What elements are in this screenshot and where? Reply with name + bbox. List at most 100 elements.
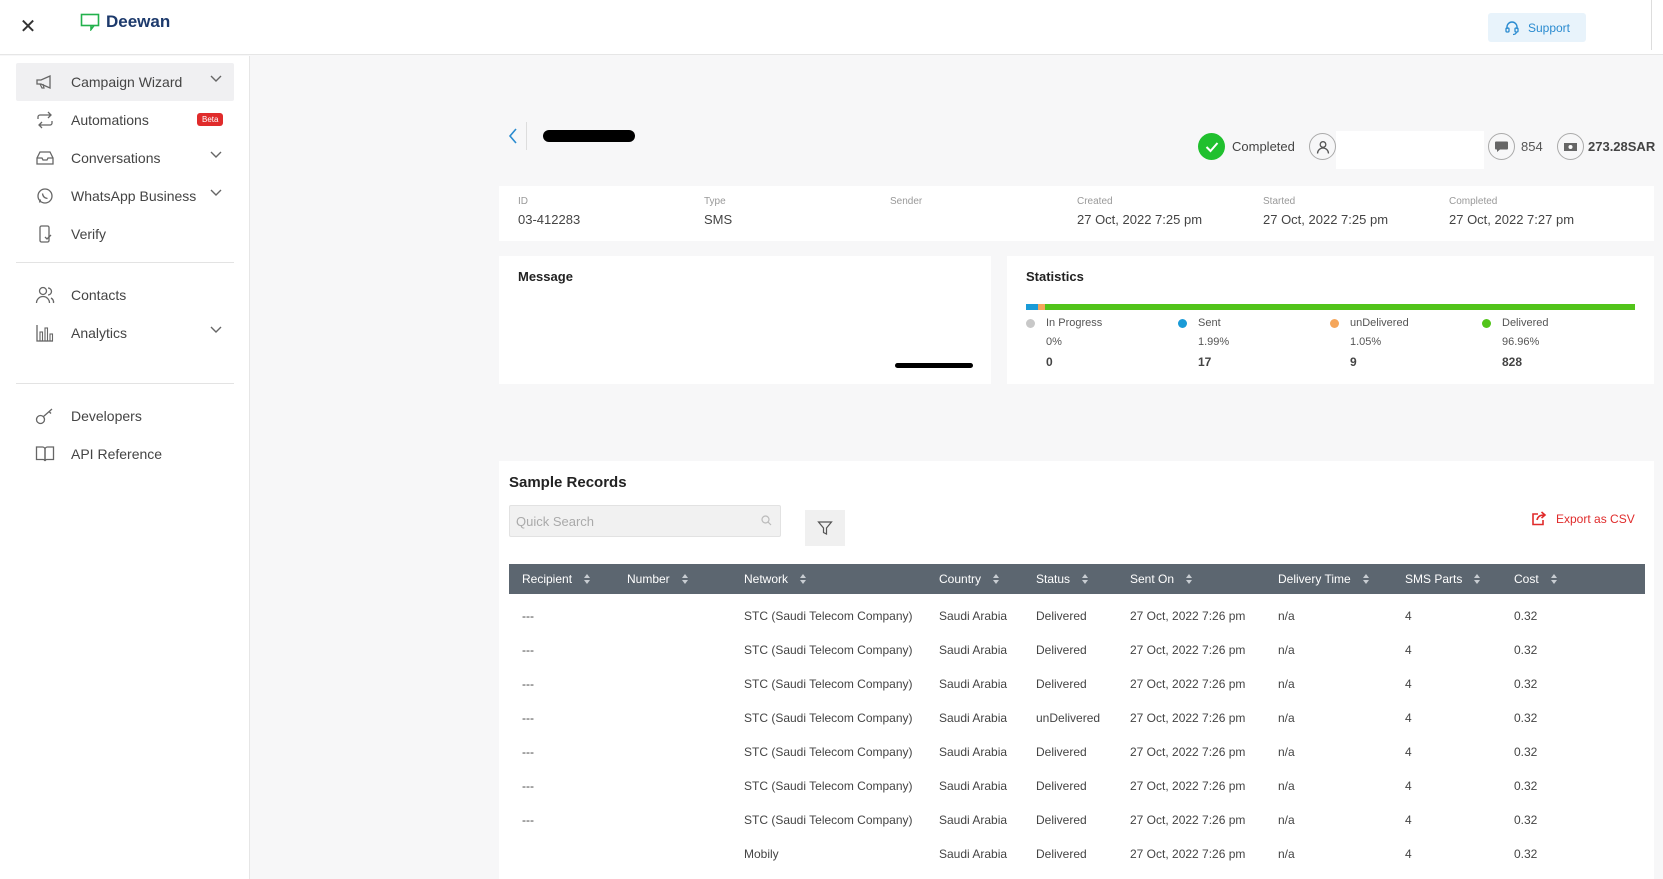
top-bar: ✕ Deewan Support [0, 0, 1663, 55]
table-cell: 27 Oct, 2022 7:26 pm [1130, 745, 1246, 759]
stat-dot [1026, 319, 1035, 328]
column-header-sent-on[interactable]: Sent On [1130, 564, 1193, 594]
info-label: Type [704, 196, 726, 207]
table-row[interactable]: --- STC (Saudi Telecom Company) Saudi Arab… [509, 632, 1645, 668]
chevron-down-icon [210, 75, 222, 82]
table-cell: Delivered [1036, 677, 1087, 691]
table-row[interactable]: --- STC (Saudi Telecom Company) Saudi Arab… [509, 666, 1645, 702]
sort-icon[interactable] [1474, 574, 1481, 584]
bar-chart-icon [34, 322, 56, 344]
sort-icon[interactable] [1362, 574, 1369, 584]
table-cell: 27 Oct, 2022 7:26 pm [1130, 609, 1246, 623]
table-cell: --- [522, 609, 534, 623]
stat-undelivered: unDelivered 1.05% 9 [1330, 317, 1409, 369]
back-arrow-icon[interactable] [506, 126, 520, 146]
table-cell: STC (Saudi Telecom Company) [744, 813, 913, 827]
sidebar-item-verify[interactable]: Verify [16, 215, 234, 253]
sort-icon[interactable] [993, 574, 1000, 584]
chevron-down-icon [210, 326, 222, 333]
sidebar-item-analytics[interactable]: Analytics [16, 314, 234, 352]
column-label: Sent On [1130, 572, 1175, 586]
table-cell: 0.32 [1514, 677, 1538, 691]
sidebar-item-automations[interactable]: Automations Beta [16, 101, 234, 139]
column-label: Cost [1514, 572, 1539, 586]
app-name: Deewan [106, 12, 171, 31]
logo[interactable]: Deewan [80, 12, 170, 32]
table-cell: n/a [1278, 609, 1295, 623]
table-cell: Delivered [1036, 779, 1087, 793]
status-badge: Completed [1198, 133, 1295, 160]
sidebar-item-whatsapp-business[interactable]: WhatsApp Business [16, 177, 234, 215]
table-cell: Delivered [1036, 609, 1087, 623]
column-label: Delivery Time [1278, 572, 1351, 586]
sort-icon[interactable] [584, 574, 591, 584]
sidebar-item-label: Verify [71, 226, 107, 242]
sidebar-item-contacts[interactable]: Contacts [16, 276, 234, 314]
sidebar-item-campaign-wizard[interactable]: Campaign Wizard [16, 63, 234, 101]
check-circle-icon [1198, 133, 1225, 160]
table-cell: 27 Oct, 2022 7:26 pm [1130, 643, 1246, 657]
table-cell: 0.32 [1514, 813, 1538, 827]
headset-icon [1505, 20, 1519, 35]
user-icon [1309, 133, 1336, 160]
campaign-cost-value: 273.28SAR [1588, 139, 1656, 154]
column-header-number[interactable]: Number [627, 564, 688, 594]
search-input[interactable] [510, 506, 780, 536]
column-header-country[interactable]: Country [939, 564, 1000, 594]
table-cell: --- [522, 677, 534, 691]
export-icon [1532, 511, 1547, 526]
table-cell: 0.32 [1514, 609, 1538, 623]
sidebar-item-developers[interactable]: Developers [16, 397, 234, 435]
export-csv-button[interactable]: Export as CSV [1531, 511, 1635, 526]
filter-button[interactable] [805, 510, 845, 546]
sidebar-item-label: Developers [71, 408, 142, 424]
table-cell: STC (Saudi Telecom Company) [744, 745, 913, 759]
close-icon[interactable]: ✕ [17, 16, 39, 38]
table-cell: n/a [1278, 779, 1295, 793]
sidebar-divider [16, 383, 234, 384]
table-cell: 4 [1405, 609, 1412, 623]
info-type: Type SMS [704, 196, 732, 227]
table-cell: n/a [1278, 677, 1295, 691]
info-label: Completed [1449, 196, 1498, 207]
export-label: Export as CSV [1556, 511, 1635, 526]
sort-icon[interactable] [681, 574, 688, 584]
table-row[interactable]: --- STC (Saudi Telecom Company) Saudi Arab… [509, 768, 1645, 804]
column-header-network[interactable]: Network [744, 564, 807, 594]
column-header-status[interactable]: Status [1036, 564, 1089, 594]
chat-logo-icon [80, 13, 100, 31]
table-cell: STC (Saudi Telecom Company) [744, 677, 913, 691]
column-label: Number [627, 572, 670, 586]
info-value: 27 Oct, 2022 7:25 pm [1263, 212, 1389, 227]
quick-search [509, 505, 781, 537]
table-cell: 4 [1405, 847, 1412, 861]
column-header-cost[interactable]: Cost [1514, 564, 1557, 594]
chat-bubble-icon [1488, 133, 1515, 160]
sort-icon[interactable] [1082, 574, 1089, 584]
table-cell: n/a [1278, 643, 1295, 657]
table-cell: unDelivered [1036, 711, 1101, 725]
money-icon [1557, 133, 1584, 160]
support-button[interactable]: Support [1488, 13, 1586, 42]
column-header-delivery-time[interactable]: Delivery Time [1278, 564, 1369, 594]
column-header-recipient[interactable]: Recipient [522, 564, 591, 594]
stat-count: 17 [1198, 355, 1212, 369]
table-row[interactable]: --- STC (Saudi Telecom Company) Saudi Arab… [509, 802, 1645, 838]
support-label: Support [1527, 20, 1571, 35]
table-row[interactable]: --- STC (Saudi Telecom Company) Saudi Arab… [509, 598, 1645, 634]
info-label: Sender [890, 196, 923, 207]
column-header-sms-parts[interactable]: SMS Parts [1405, 564, 1481, 594]
table-cell: 4 [1405, 813, 1412, 827]
sidebar-item-conversations[interactable]: Conversations [16, 139, 234, 177]
sort-icon[interactable] [800, 574, 807, 584]
phone-check-icon [34, 223, 56, 245]
table-cell: n/a [1278, 847, 1295, 861]
sidebar-item-label: Automations [71, 112, 149, 128]
sidebar-item-api-reference[interactable]: API Reference [16, 435, 234, 473]
status-label: Completed [1232, 139, 1295, 154]
sort-icon[interactable] [1186, 574, 1193, 584]
table-row[interactable]: --- STC (Saudi Telecom Company) Saudi Arab… [509, 700, 1645, 736]
table-row[interactable]: --- STC (Saudi Telecom Company) Saudi Arab… [509, 734, 1645, 770]
stat-count: 0 [1046, 355, 1053, 369]
sort-icon[interactable] [1550, 574, 1557, 584]
